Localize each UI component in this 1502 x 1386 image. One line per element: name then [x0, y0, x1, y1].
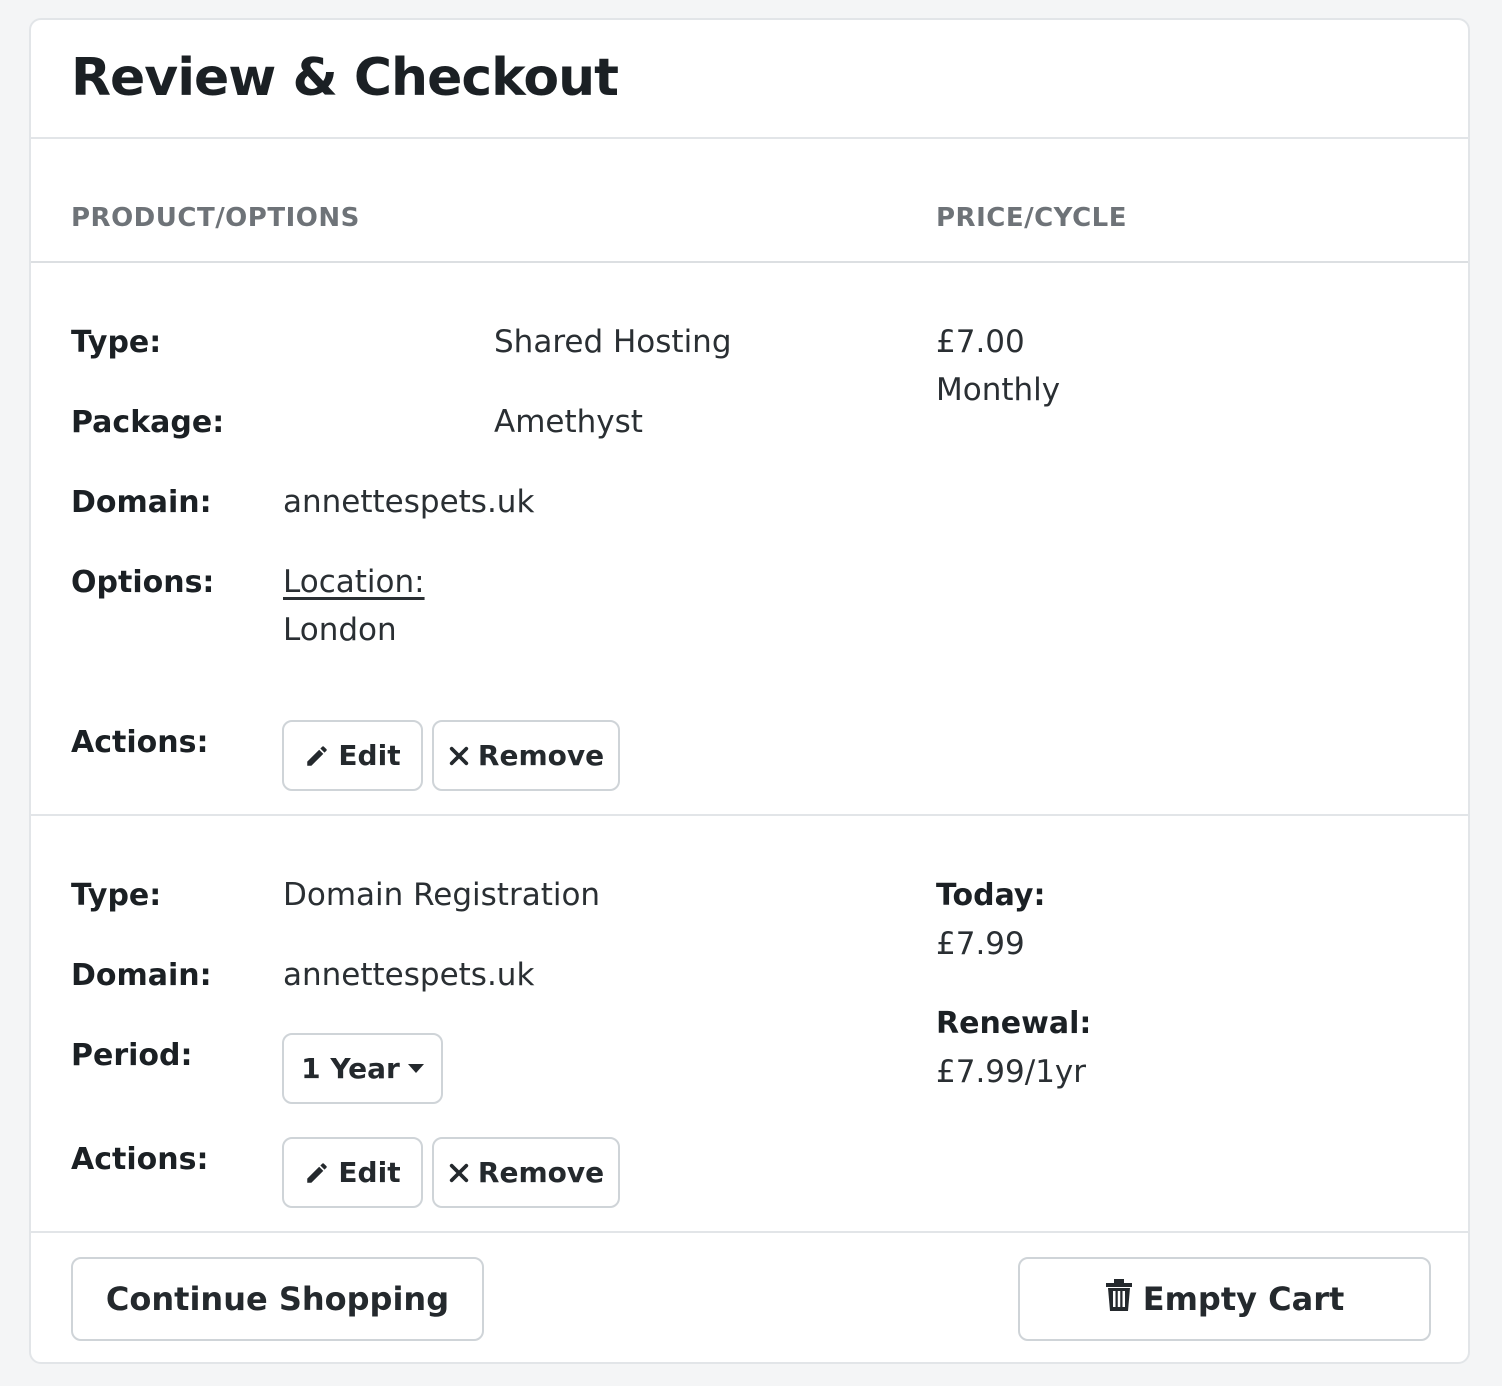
continue-shopping-label: Continue Shopping — [105, 1280, 450, 1318]
caret-down-icon — [407, 1063, 424, 1074]
domain-value: annettespets.uk — [283, 484, 535, 520]
renewal-label: Renewal: — [936, 1006, 1092, 1041]
package-value: Amethyst — [494, 404, 643, 440]
remove-button-label: Remove — [477, 1156, 605, 1189]
package-label: Package: — [71, 405, 225, 440]
card-header: Review & Checkout — [31, 20, 1468, 139]
remove-button[interactable]: Remove — [432, 720, 620, 791]
renewal-price: £7.99/1yr — [936, 1054, 1087, 1090]
checkout-card: Review & Checkout PRODUCT/OPTIONS PRICE/… — [29, 18, 1470, 1364]
x-icon — [448, 745, 470, 767]
type-label: Type: — [71, 878, 162, 913]
actions-label: Actions: — [71, 725, 209, 760]
pencil-icon — [304, 743, 330, 769]
edit-button-label: Edit — [338, 1156, 401, 1189]
type-value: Shared Hosting — [494, 324, 732, 360]
remove-button-label: Remove — [477, 739, 605, 772]
today-price: £7.99 — [936, 926, 1025, 962]
empty-cart-label: Empty Cart — [1142, 1280, 1345, 1318]
actions-label: Actions: — [71, 1142, 209, 1177]
options-label: Options: — [71, 565, 215, 600]
cart-footer: Continue Shopping Empty Cart — [31, 1233, 1468, 1362]
period-dropdown[interactable]: 1 Year — [282, 1033, 443, 1104]
x-icon — [448, 1162, 470, 1184]
remove-button[interactable]: Remove — [432, 1137, 620, 1208]
item-cycle: Monthly — [936, 372, 1061, 408]
period-dropdown-value: 1 Year — [301, 1052, 400, 1085]
table-header: PRODUCT/OPTIONS PRICE/CYCLE — [31, 139, 1468, 263]
domain-label: Domain: — [71, 958, 212, 993]
edit-button[interactable]: Edit — [282, 720, 423, 791]
edit-button[interactable]: Edit — [282, 1137, 423, 1208]
empty-cart-button[interactable]: Empty Cart — [1018, 1257, 1431, 1341]
column-header-price: PRICE/CYCLE — [936, 203, 1127, 233]
today-label: Today: — [936, 878, 1046, 913]
pencil-icon — [304, 1160, 330, 1186]
cart-item-domain: Type: Domain Registration Domain: annett… — [31, 816, 1468, 1233]
item-price: £7.00 — [936, 324, 1025, 360]
option-location-label: Location: — [283, 564, 425, 600]
period-label: Period: — [71, 1038, 193, 1073]
column-header-product: PRODUCT/OPTIONS — [71, 203, 360, 233]
edit-button-label: Edit — [338, 739, 401, 772]
trash-icon — [1105, 1279, 1133, 1319]
cart-item-hosting: Type: Shared Hosting Package: Amethyst D… — [31, 263, 1468, 816]
continue-shopping-button[interactable]: Continue Shopping — [71, 1257, 484, 1341]
option-location-value: London — [283, 612, 397, 648]
type-value: Domain Registration — [283, 877, 601, 913]
page-title: Review & Checkout — [71, 48, 619, 108]
domain-label: Domain: — [71, 485, 212, 520]
type-label: Type: — [71, 325, 162, 360]
domain-value: annettespets.uk — [283, 957, 535, 993]
